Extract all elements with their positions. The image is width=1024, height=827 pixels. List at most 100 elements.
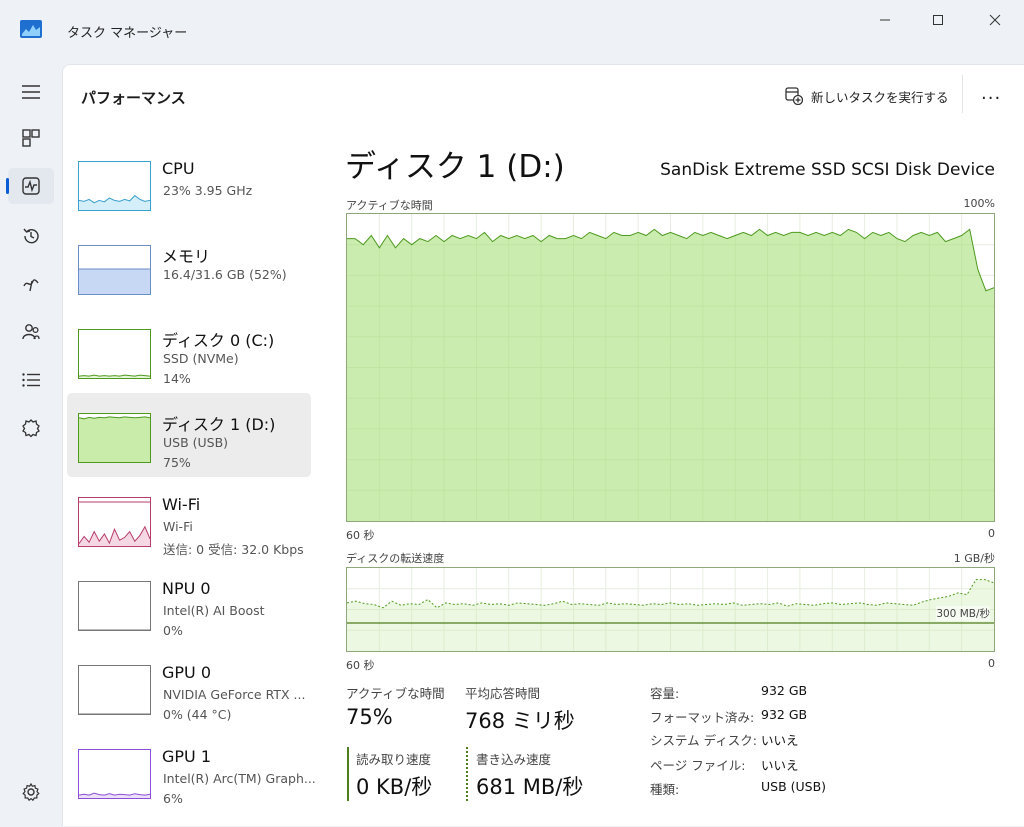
active-time-stat-value: 75% xyxy=(346,705,393,729)
nav-processes[interactable] xyxy=(8,120,54,156)
device-name: NPU 0 xyxy=(162,579,211,598)
page-header: パフォーマンス 新しいタスクを実行する ... xyxy=(63,65,1024,125)
nav-menu-button[interactable] xyxy=(8,74,54,110)
details-icon xyxy=(22,373,40,387)
transfer-rate-graph: 300 MB/秒 xyxy=(346,567,995,652)
disk-detail-panel: ディスク 1 (D:) SanDisk Extreme SSD SCSI Dis… xyxy=(345,127,995,827)
system-disk-label: システム ディスク: xyxy=(650,733,757,748)
capacity-label: 容量: xyxy=(650,686,680,701)
transfer-rate-graph-right-label: 0 xyxy=(988,657,995,670)
more-options-button[interactable]: ... xyxy=(981,85,1001,103)
nav-app-history[interactable] xyxy=(8,218,54,254)
read-speed-value: 0 KB/秒 xyxy=(356,775,433,799)
nav-details[interactable] xyxy=(8,362,54,398)
device-item[interactable]: Wi-Fi Wi-Fi 送信: 0 受信: 32.0 Kbps xyxy=(67,477,311,561)
device-item[interactable]: ディスク 0 (C:) SSD (NVMe) 14% xyxy=(67,309,311,393)
device-subtitle: SSD (NVMe) xyxy=(163,351,239,366)
page-file-label: ページ ファイル: xyxy=(650,758,746,773)
formatted-label: フォーマット済み: xyxy=(650,710,755,725)
device-name: GPU 0 xyxy=(162,663,212,682)
response-time-stat-value: 768 ミリ秒 xyxy=(465,709,575,733)
device-usage: 0% (44 °C) xyxy=(163,707,232,722)
services-icon xyxy=(22,419,40,438)
transfer-rate-graph-left-label: 60 秒 xyxy=(346,659,375,672)
active-time-stat-label: アクティブな時間 xyxy=(346,686,445,701)
device-thumbnail xyxy=(78,245,151,295)
transfer-rate-graph-label: ディスクの転送速度 xyxy=(346,552,445,565)
nav-settings[interactable] xyxy=(8,774,54,810)
nav-startup-apps[interactable] xyxy=(8,266,54,302)
hamburger-icon xyxy=(22,85,40,99)
write-speed-value: 681 MB/秒 xyxy=(476,775,584,799)
minimize-button[interactable] xyxy=(862,10,908,30)
nav-performance[interactable] xyxy=(6,168,54,204)
close-button[interactable] xyxy=(972,10,1018,30)
maximize-button[interactable] xyxy=(915,10,961,30)
transfer-rate-graph-max: 1 GB/秒 xyxy=(953,552,995,565)
device-thumbnail xyxy=(78,497,151,547)
device-item[interactable]: GPU 0 NVIDIA GeForce RTX ... 0% (44 °C) xyxy=(67,645,311,729)
maximize-icon xyxy=(933,15,943,25)
main-panel: パフォーマンス 新しいタスクを実行する ... CPU 23% 3.95 GHz メ… xyxy=(62,64,1024,826)
startup-apps-icon xyxy=(23,279,39,292)
users-icon xyxy=(22,324,40,340)
capacity-value: 932 GB xyxy=(761,683,808,698)
response-time-stat-label: 平均応答時間 xyxy=(465,686,541,701)
device-thumbnail-area xyxy=(79,269,150,294)
write-speed-label: 書き込み速度 xyxy=(476,752,552,767)
task-manager-app-icon xyxy=(20,20,42,38)
run-task-icon xyxy=(785,87,803,105)
nav-services[interactable] xyxy=(8,410,54,446)
active-time-graph-canvas xyxy=(347,214,994,521)
window-title: タスク マネージャー xyxy=(67,26,188,41)
device-subtitle: Intel(R) Arc(TM) Graph... xyxy=(163,771,316,786)
device-thumbnail-area xyxy=(79,195,150,210)
active-time-graph-left-label: 60 秒 xyxy=(346,529,375,542)
title-bar: タスク マネージャー xyxy=(0,0,1024,62)
device-thumbnail-area xyxy=(79,416,150,462)
device-thumbnail-graph xyxy=(79,792,150,798)
performance-icon xyxy=(22,177,40,195)
device-item[interactable]: メモリ 16.4/31.6 GB (52%) xyxy=(67,225,311,309)
device-subtitle: NVIDIA GeForce RTX ... xyxy=(163,687,306,702)
type-value: USB (USB) xyxy=(761,779,827,794)
device-thumbnail xyxy=(78,665,151,715)
read-speed-legend-line xyxy=(347,747,349,801)
write-speed-legend-line xyxy=(466,747,468,801)
device-thumbnail-graph xyxy=(79,629,150,630)
device-list: CPU 23% 3.95 GHz メモリ 16.4/31.6 GB (52%) ディスク… xyxy=(63,127,323,827)
device-subtitle: Intel(R) AI Boost xyxy=(163,603,265,618)
page-title: パフォーマンス xyxy=(81,89,186,107)
device-name: GPU 1 xyxy=(162,747,212,766)
active-time-graph-max: 100% xyxy=(963,197,995,210)
device-subtitle: Wi-Fi xyxy=(163,519,193,534)
device-thumbnail-graph xyxy=(79,713,150,714)
device-item[interactable]: CPU 23% 3.95 GHz xyxy=(67,141,311,225)
nav-users[interactable] xyxy=(8,314,54,350)
device-thumbnail-graph xyxy=(79,268,150,294)
run-new-task-label: 新しいタスクを実行する xyxy=(811,89,949,105)
device-thumbnail xyxy=(78,581,151,631)
minimize-icon xyxy=(880,19,890,21)
device-name: ディスク 1 (D:) xyxy=(162,415,276,434)
device-item[interactable]: ディスク 1 (D:) USB (USB) 75% xyxy=(67,393,311,477)
device-usage: 75% xyxy=(163,455,191,470)
device-name: メモリ xyxy=(162,247,211,266)
task-manager-window: タスク マネージャー パフォーマンス 新しいタスクを実行する ... CPU 2… xyxy=(0,0,1024,826)
device-usage: 14% xyxy=(163,371,191,386)
formatted-value: 932 GB xyxy=(761,707,808,722)
navigation-rail xyxy=(0,62,62,826)
device-item[interactable]: NPU 0 Intel(R) AI Boost 0% xyxy=(67,561,311,645)
active-time-graph xyxy=(346,213,995,522)
active-time-graph-right-label: 0 xyxy=(988,527,995,540)
system-disk-value: いいえ xyxy=(761,733,799,748)
device-usage: 6% xyxy=(163,791,183,806)
device-thumbnail-line xyxy=(79,792,150,796)
app-history-icon xyxy=(23,228,39,244)
device-item[interactable]: GPU 1 Intel(R) Arc(TM) Graph... 6% xyxy=(67,729,316,813)
device-thumbnail xyxy=(78,749,151,799)
run-new-task-button[interactable]: 新しいタスクを実行する xyxy=(785,85,949,107)
device-subtitle: 16.4/31.6 GB (52%) xyxy=(163,267,287,282)
device-thumbnail xyxy=(78,329,151,379)
detail-title: ディスク 1 (D:) xyxy=(345,149,565,185)
